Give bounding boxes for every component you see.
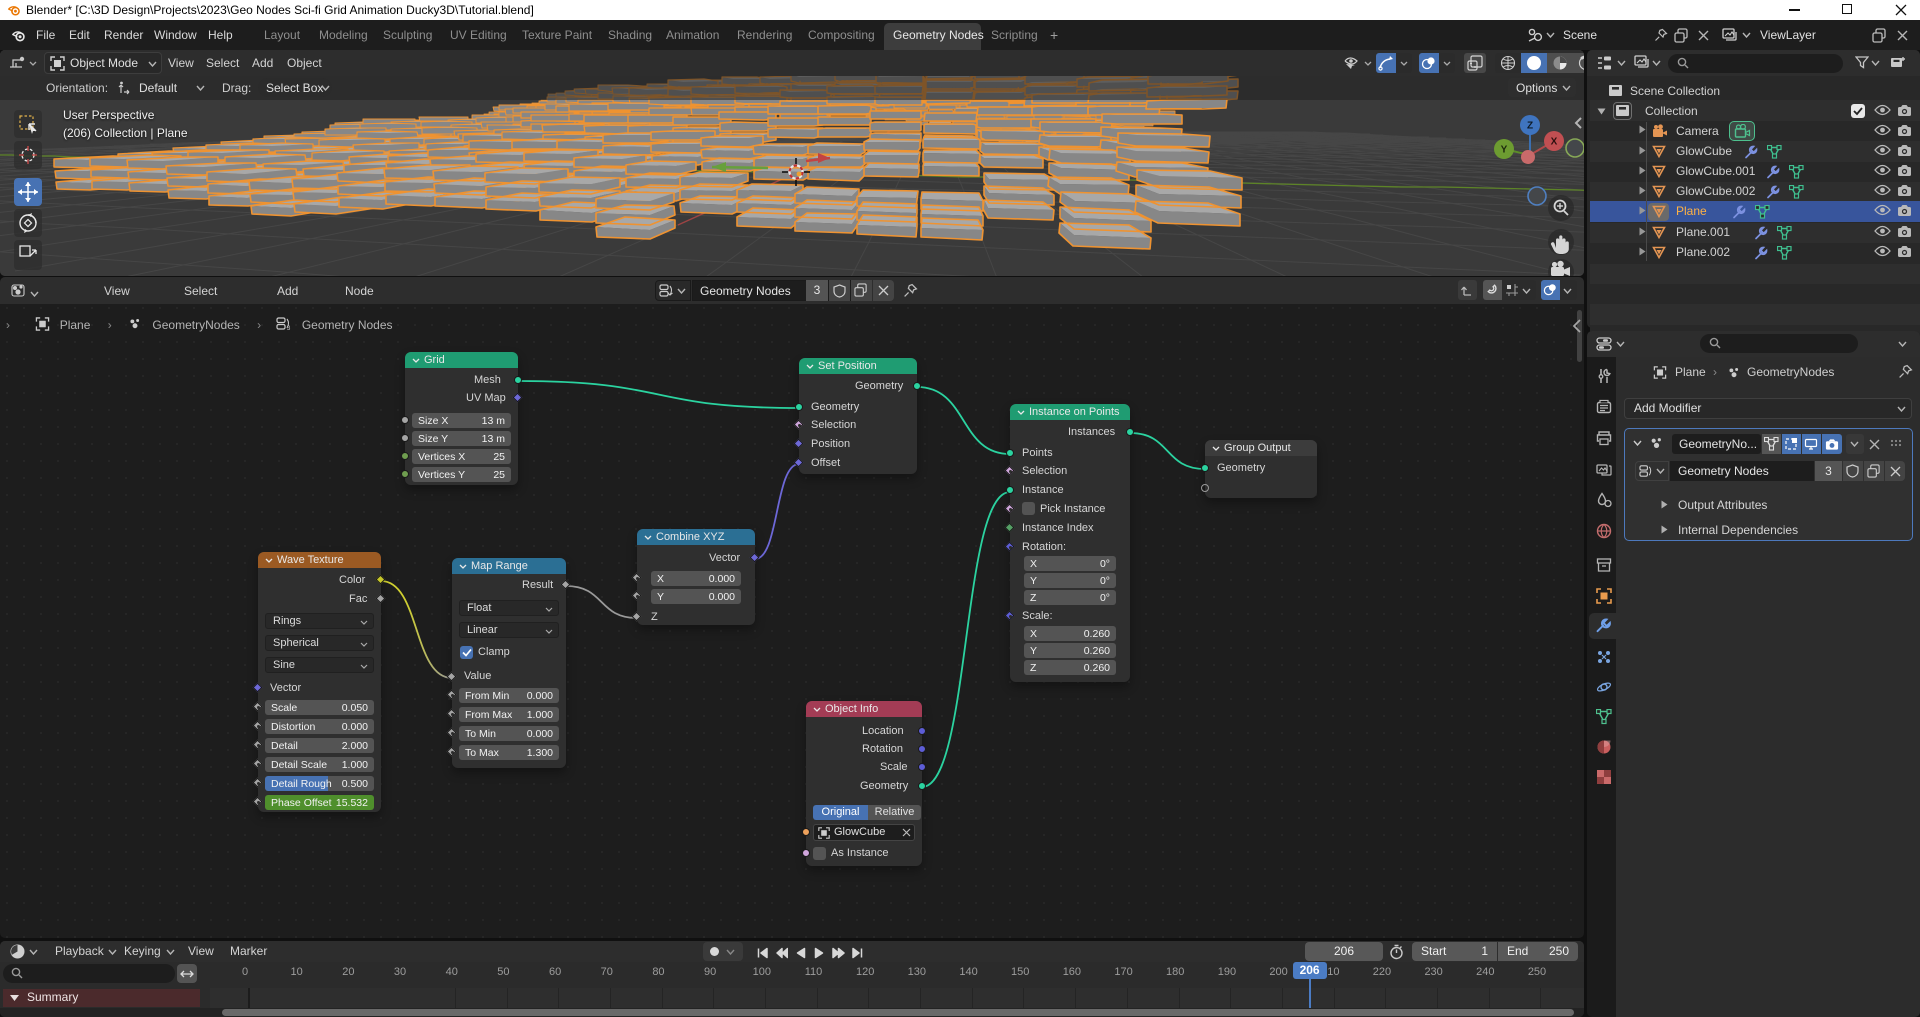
svg-text:X: X xyxy=(1551,137,1558,148)
svg-text:Y: Y xyxy=(1501,145,1508,156)
svg-text:3: 3 xyxy=(287,326,291,331)
svg-text:Z: Z xyxy=(1527,121,1533,132)
